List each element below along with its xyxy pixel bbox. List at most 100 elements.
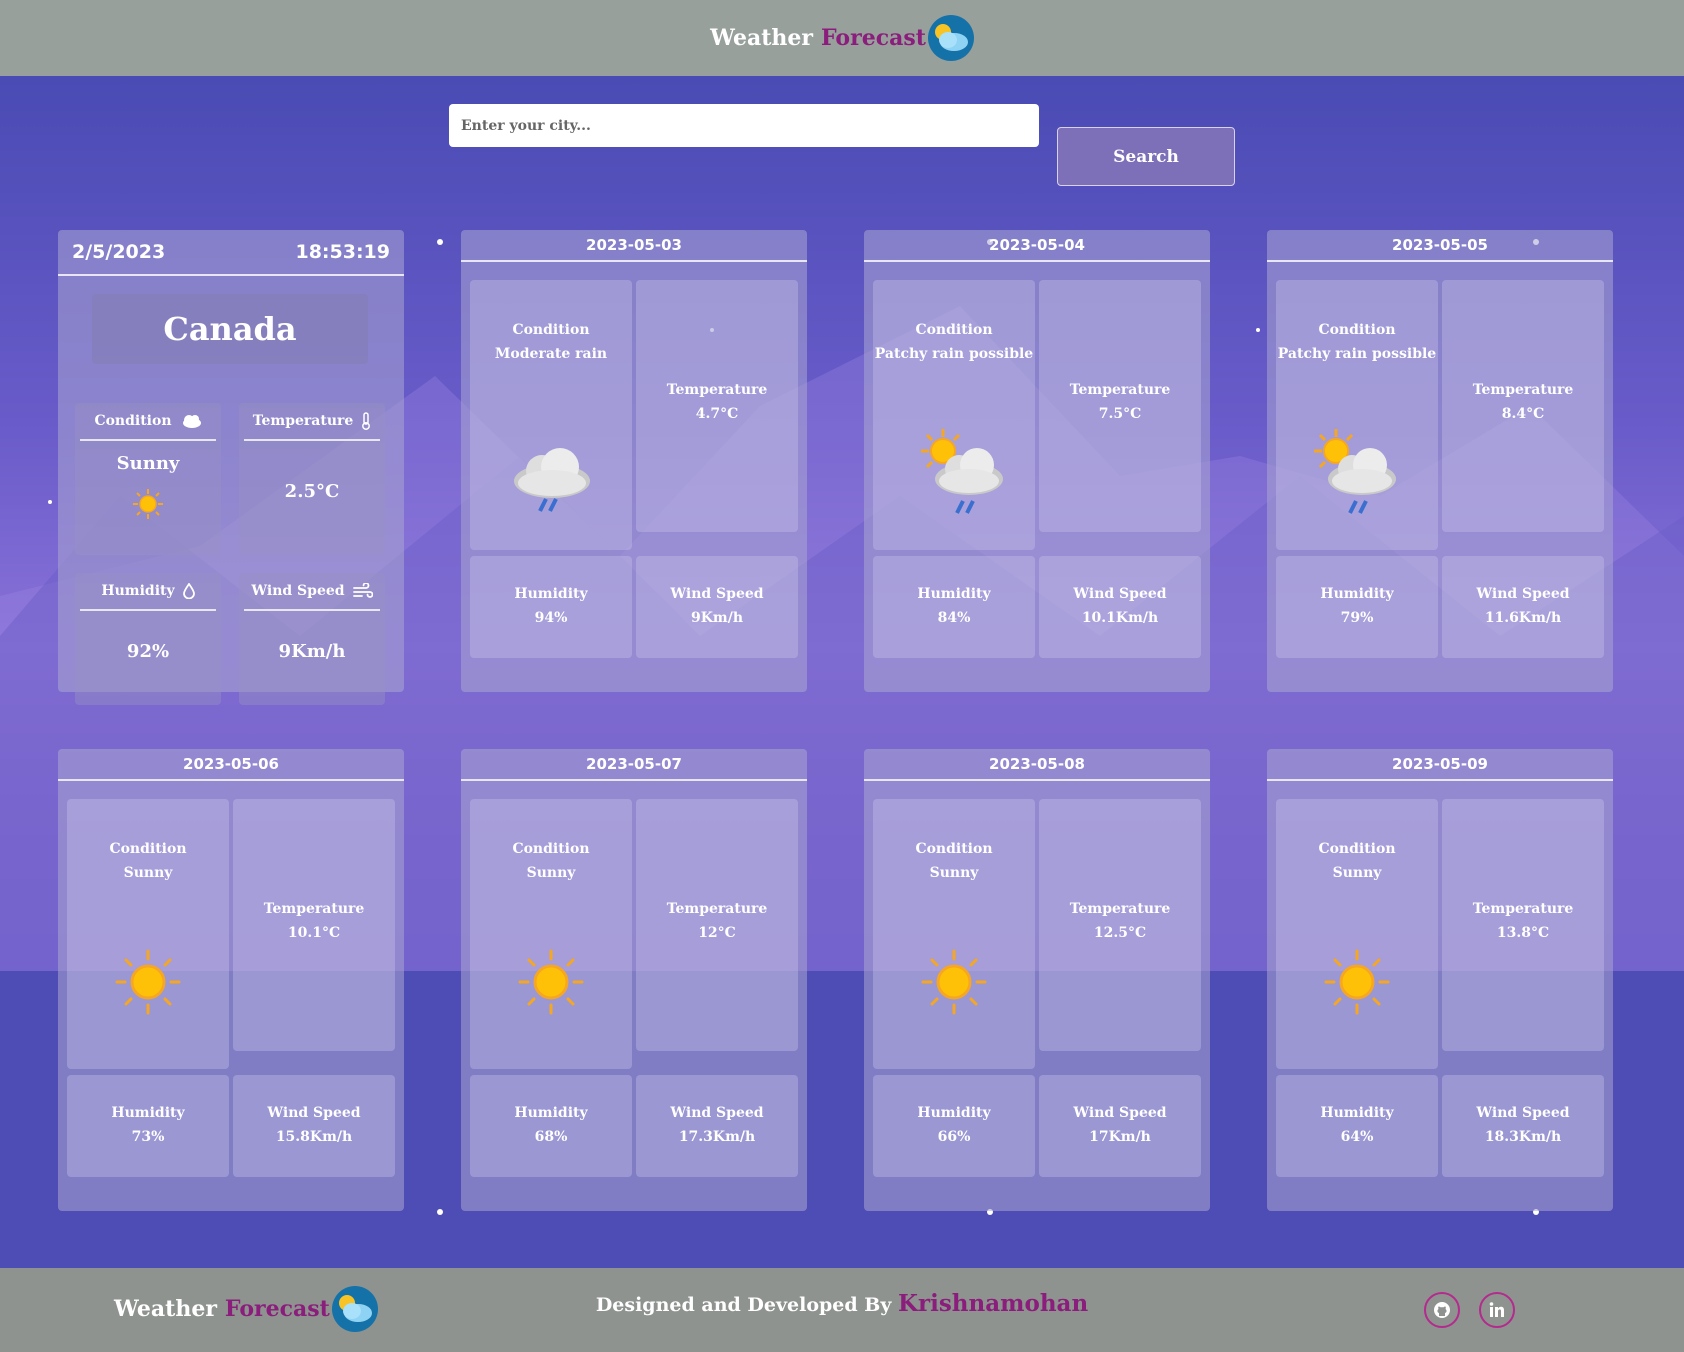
sun-icon [921,949,987,1015]
humidity-label: Humidity [514,1105,588,1121]
condition-value: Patchy rain possible [874,346,1034,362]
sun-cloud-rain-icon [921,429,1003,514]
wind-label: Wind Speed [251,583,345,599]
current-time: 18:53:19 [295,241,390,263]
forecast-temperature-tile: Temperature 12°C [636,799,798,1051]
cloud-icon [182,415,201,428]
humidity-label: Humidity [917,1105,991,1121]
humidity-label: Humidity [111,1105,185,1121]
temperature-value: 10.1°C [287,925,341,941]
current-humidity-tile: Humidity 92% [75,573,221,705]
wind-value: 9Km/h [690,610,743,626]
humidity-label: Humidity [1320,1105,1394,1121]
forecast-date: 2023-05-07 [461,749,807,781]
current-wind-tile: Wind Speed 9Km/h [239,573,385,705]
droplet-icon [182,583,195,599]
humidity-value: 64% [1340,1129,1374,1145]
temperature-value: 12.5°C [1093,925,1147,941]
city-search-input[interactable] [449,104,1039,147]
forecast-condition-tile: Condition Patchy rain possible [1276,280,1438,550]
temperature-value: 2.5°C [284,481,340,502]
forecast-date: 2023-05-08 [864,749,1210,781]
forecast-date: 2023-05-05 [1267,230,1613,262]
forecast-card: 2023-05-07 Condition Sunny Temperature 1… [461,749,807,1211]
humidity-label: Humidity [917,586,991,602]
temperature-label: Temperature [1472,901,1574,917]
current-date: 2/5/2023 [72,241,166,263]
forecast-humidity-tile: Humidity 64% [1276,1075,1438,1177]
wind-label: Wind Speed [1476,1105,1570,1121]
temperature-value: 4.7°C [695,406,739,422]
condition-label: Condition [1318,841,1396,857]
forecast-wind-tile: Wind Speed 17Km/h [1039,1075,1201,1177]
humidity-value: 94% [534,610,568,626]
forecast-date: 2023-05-04 [864,230,1210,262]
temperature-label: Temperature [1472,382,1574,398]
temperature-value: 12°C [698,925,736,941]
forecast-humidity-tile: Humidity 79% [1276,556,1438,658]
condition-label: Condition [915,841,993,857]
header-brand[interactable]: Weather Forecast [710,15,974,61]
forecast-wind-tile: Wind Speed 9Km/h [636,556,798,658]
forecast-temperature-tile: Temperature 12.5°C [1039,799,1201,1051]
temperature-label: Temperature [1069,901,1171,917]
search-button[interactable]: Search [1057,127,1235,186]
forecast-card: 2023-05-06 Condition Sunny Temperature 1… [58,749,404,1211]
app-header: Weather Forecast [0,0,1684,76]
wind-label: Wind Speed [670,586,764,602]
forecast-condition-tile: Condition Moderate rain [470,280,632,550]
temperature-label: Temperature [666,901,768,917]
forecast-wind-tile: Wind Speed 18.3Km/h [1442,1075,1604,1177]
forecast-temperature-tile: Temperature 13.8°C [1442,799,1604,1051]
credit-prefix: Designed and Developed By [595,1294,892,1316]
forecast-temperature-tile: Temperature 8.4°C [1442,280,1604,532]
forecast-condition-tile: Condition Sunny [873,799,1035,1069]
condition-value: Sunny [116,453,180,474]
wind-value: 11.6Km/h [1484,610,1562,626]
condition-value: Sunny [929,865,979,881]
forecast-card: 2023-05-08 Condition Sunny Temperature 1… [864,749,1210,1211]
credit-author: Krishnamohan [898,1290,1089,1317]
wind-label: Wind Speed [1073,1105,1167,1121]
temperature-value: 8.4°C [1501,406,1545,422]
humidity-value: 66% [937,1129,971,1145]
condition-value: Sunny [1332,865,1382,881]
condition-label: Condition [915,322,993,338]
condition-label: Condition [512,841,590,857]
brand-word-forecast: Forecast [821,25,926,51]
condition-label: Condition [109,841,187,857]
forecast-wind-tile: Wind Speed 17.3Km/h [636,1075,798,1177]
weather-logo-icon [927,15,974,61]
humidity-label: Humidity [101,583,175,599]
forecast-card: 2023-05-03 Condition Moderate rain Tempe… [461,230,807,692]
sun-icon [115,949,181,1015]
sun-icon [518,949,584,1015]
brand-word-weather: Weather [710,25,814,51]
wind-value: 9Km/h [278,641,346,662]
forecast-condition-tile: Condition Sunny [470,799,632,1069]
forecast-temperature-tile: Temperature 4.7°C [636,280,798,532]
temperature-label: Temperature [1069,382,1171,398]
sun-cloud-rain-icon [1314,429,1396,514]
temperature-label: Temperature [263,901,365,917]
wind-label: Wind Speed [670,1105,764,1121]
humidity-value: 92% [126,641,170,662]
condition-value: Moderate rain [494,346,608,362]
current-condition-tile: Condition Sunny [75,403,221,555]
forecast-humidity-tile: Humidity 66% [873,1075,1035,1177]
forecast-wind-tile: Wind Speed 10.1Km/h [1039,556,1201,658]
city-name: Canada [92,294,368,364]
wind-icon [352,583,373,598]
forecast-date: 2023-05-09 [1267,749,1613,781]
humidity-label: Humidity [1320,586,1394,602]
thermometer-icon [362,412,371,430]
github-icon[interactable] [1424,1292,1460,1328]
app-footer: Weather Forecast Designed and Developed … [0,1268,1684,1352]
wind-label: Wind Speed [1073,586,1167,602]
linkedin-icon[interactable] [1479,1292,1515,1328]
humidity-value: 68% [534,1129,568,1145]
wind-value: 15.8Km/h [275,1129,353,1145]
temperature-value: 13.8°C [1496,925,1550,941]
wind-value: 10.1Km/h [1081,610,1159,626]
condition-value: Patchy rain possible [1277,346,1437,362]
